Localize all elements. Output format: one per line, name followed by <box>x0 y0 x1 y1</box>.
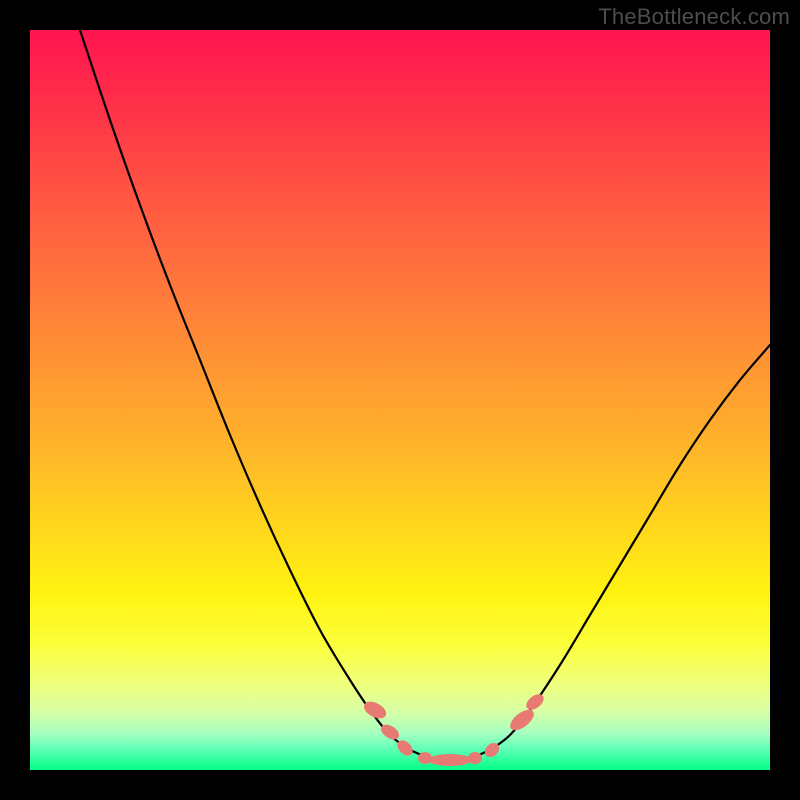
bottleneck-curve <box>30 30 770 770</box>
curve-marker <box>468 752 482 764</box>
plot-area <box>30 30 770 770</box>
curve-line <box>80 30 770 760</box>
curve-marker <box>428 754 472 766</box>
curve-marker <box>507 706 538 734</box>
watermark: TheBottleneck.com <box>598 4 790 30</box>
curve-marker <box>523 691 546 713</box>
curve-markers <box>361 691 546 766</box>
